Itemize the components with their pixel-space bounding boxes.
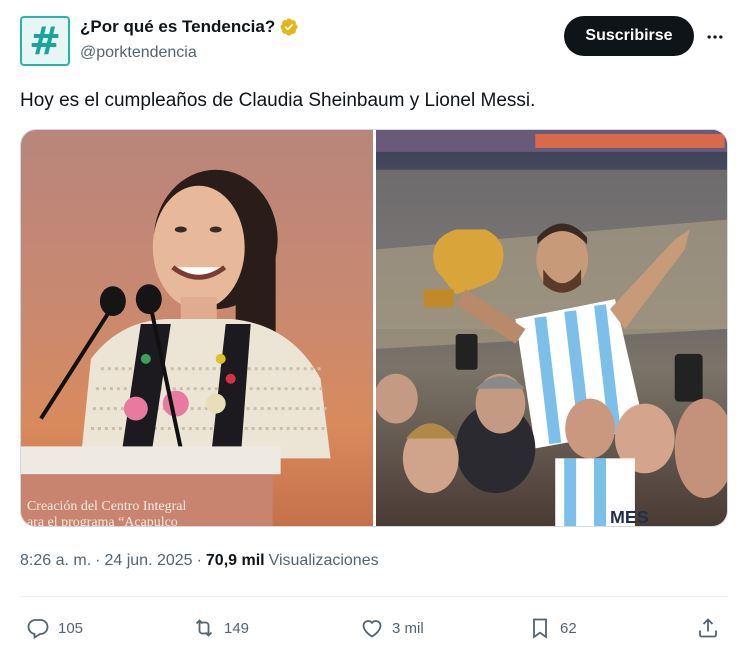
- heart-icon: [362, 620, 382, 638]
- divider: [20, 596, 728, 597]
- photo-lionel-messi[interactable]: MES: [375, 130, 727, 526]
- more-options-button[interactable]: [700, 22, 730, 52]
- photo-claudia-sheinbaum[interactable]: Creación del Centro Integral ara el prog…: [21, 130, 373, 526]
- like-count: 3 mil: [392, 619, 424, 637]
- more-horizontal-icon: [707, 35, 723, 39]
- podium-text-line1: Creación del Centro Integral: [27, 499, 186, 514]
- tweet-date[interactable]: 24 jun. 2025: [104, 552, 192, 570]
- repost-button[interactable]: 149: [192, 612, 249, 644]
- subscribe-button[interactable]: Suscribirse: [564, 16, 694, 56]
- bookmark-icon: [533, 618, 547, 639]
- verified-badge-icon: [280, 18, 298, 36]
- account-display-name[interactable]: ¿Por qué es Tendencia?: [80, 17, 275, 37]
- account-avatar[interactable]: #: [20, 16, 70, 66]
- tweet-time[interactable]: 8:26 a. m.: [20, 552, 91, 570]
- meta-separator: ·: [95, 552, 101, 569]
- account-name-row: ¿Por qué es Tendencia?: [80, 17, 299, 37]
- reply-button[interactable]: 105: [26, 612, 83, 644]
- tweet-metadata: 8:26 a. m. · 24 jun. 2025 · 70,9 mil Vis…: [20, 552, 379, 570]
- meta-separator: ·: [196, 552, 202, 569]
- views-count: 70,9 mil: [205, 552, 265, 569]
- repost-count: 149: [224, 619, 250, 637]
- podium-text-line2: ara el programa “Acapulco: [27, 515, 178, 526]
- share-button[interactable]: [696, 612, 720, 644]
- reply-icon: [27, 619, 49, 640]
- reply-count: 105: [58, 619, 84, 637]
- tweet-actions: 105 149 3 mil 62: [20, 612, 728, 644]
- account-handle[interactable]: @porktendencia: [80, 44, 197, 62]
- bookmark-count: 62: [560, 619, 577, 637]
- bookmark-button[interactable]: 62: [528, 612, 577, 644]
- tweet-media-grid: Creación del Centro Integral ara el prog…: [20, 129, 728, 527]
- like-button[interactable]: 3 mil: [360, 612, 424, 644]
- hashtag-logo: #: [29, 19, 61, 63]
- tweet-text: Hoy es el cumpleaños de Claudia Sheinbau…: [20, 90, 536, 111]
- speaker-illustration: Creación del Centro Integral ara el prog…: [21, 169, 331, 526]
- repost-icon: [195, 619, 213, 637]
- jersey-text: MES: [610, 507, 649, 526]
- share-icon: [699, 618, 717, 638]
- celebration-illustration: MES: [375, 130, 727, 526]
- views-label: Visualizaciones: [268, 552, 379, 569]
